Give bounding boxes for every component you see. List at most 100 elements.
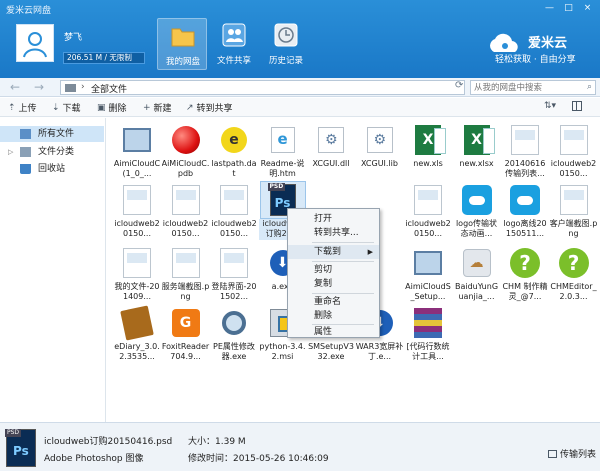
search-icon[interactable]: ⌕ xyxy=(587,82,592,92)
file-name: icloudweb20150... xyxy=(114,219,160,238)
file-name: SMSetupV332.exe xyxy=(308,342,354,361)
tab-file-share[interactable]: 文件共享 xyxy=(209,18,259,70)
menu-item-copy[interactable]: 复制 xyxy=(288,277,379,291)
file-item[interactable]: logo传输状态动画... xyxy=(453,182,501,246)
file-thumb xyxy=(115,182,159,218)
file-item[interactable]: 我的文件-201409... xyxy=(113,245,161,309)
refresh-icon[interactable]: ⟳ xyxy=(455,80,463,91)
file-thumb xyxy=(552,122,596,158)
avatar[interactable] xyxy=(16,24,54,62)
file-thumb: X xyxy=(455,122,499,158)
file-item[interactable]: AimiCloudC(1_0_... xyxy=(113,122,161,186)
file-item[interactable]: 20140616传输列表... xyxy=(501,122,549,186)
menu-item-delete[interactable]: 删除 xyxy=(288,309,379,323)
file-thumb xyxy=(406,305,450,341)
tab-my-drive[interactable]: 我的网盘 xyxy=(157,18,207,70)
file-item[interactable]: ☁ BaiduYunGuanjia_... xyxy=(453,245,501,309)
menu-item-properties[interactable]: 属性 xyxy=(288,325,379,339)
delete-button[interactable]: ▣ 删除 xyxy=(97,101,127,115)
file-item[interactable]: icloudweb20150... xyxy=(113,182,161,246)
share-button[interactable]: ↗ 转到共享 xyxy=(186,101,233,115)
file-name: AiMiCloudC.pdb xyxy=(161,159,210,178)
file-item[interactable]: AimiCloudS_Setup... xyxy=(404,245,452,309)
upload-button[interactable]: ⇡ 上传 xyxy=(8,101,37,115)
file-name: WAR3宽屏补丁.e... xyxy=(355,342,404,361)
thumb-icon xyxy=(123,185,151,215)
file-name: [代码行数统计工具... xyxy=(406,342,450,361)
thumb-icon xyxy=(220,248,248,278)
file-item[interactable]: G FoxitReader704.9... xyxy=(162,305,210,369)
sidebar: 所有文件 ▷ 文件分类 回收站 xyxy=(0,118,106,422)
menu-item-rename[interactable]: 重命名 xyxy=(288,295,379,309)
plus-icon: + xyxy=(143,102,151,113)
submenu-arrow-icon: ▶ xyxy=(367,248,373,256)
thumb-icon xyxy=(220,185,248,215)
transfer-list-button[interactable]: 传输列表 xyxy=(548,447,596,460)
file-item[interactable]: AiMiCloudC.pdb xyxy=(162,122,210,186)
file-item[interactable]: icloudweb20150... xyxy=(162,182,210,246)
sidebar-item-recycle-bin[interactable]: 回收站 xyxy=(0,161,104,177)
sidebar-item-all-files[interactable]: 所有文件 xyxy=(0,126,104,142)
file-item[interactable]: Xnew.xls xyxy=(404,122,452,186)
file-item[interactable]: 客户端截图.png xyxy=(550,182,598,246)
sort-icon[interactable]: ⇅▾ xyxy=(544,101,556,111)
menu-item-open[interactable]: 打开 xyxy=(288,212,379,226)
yellow-dat-icon: e xyxy=(221,127,247,153)
quota-indicator: 206.51 M / 无限制 xyxy=(63,52,145,64)
file-item[interactable]: logo离线20150511... xyxy=(501,182,549,246)
chevron-right-icon[interactable]: › xyxy=(81,82,85,92)
folder-icon xyxy=(65,84,76,92)
file-thumb xyxy=(164,182,208,218)
file-item[interactable]: XCGUI.lib xyxy=(356,122,404,186)
minimize-button[interactable]: — xyxy=(541,2,558,15)
thumb-icon xyxy=(511,125,539,155)
sidebar-item-label: 回收站 xyxy=(38,164,66,174)
tab-history[interactable]: 历史记录 xyxy=(261,18,311,70)
selected-file-modified: 修改时间：2015-05-26 10:46:09 xyxy=(188,454,329,464)
file-item[interactable]: Xnew.xlsx xyxy=(453,122,501,186)
menu-divider xyxy=(312,261,374,262)
menu-divider xyxy=(312,242,374,243)
file-thumb xyxy=(358,122,402,158)
search-box[interactable]: ⌕ xyxy=(470,80,596,95)
file-item[interactable]: PE属性修改器.exe xyxy=(210,305,258,369)
file-name: CHMEditor_2.0.3... xyxy=(550,282,597,301)
file-item[interactable]: 服务端截图.png xyxy=(162,245,210,309)
file-item[interactable]: icloudweb20150... xyxy=(404,182,452,246)
file-name: AimiCloudC(1_0_... xyxy=(113,159,161,178)
file-item[interactable]: icloudweb20150... xyxy=(210,182,258,246)
close-button[interactable]: × xyxy=(579,2,596,15)
new-button[interactable]: + 新建 xyxy=(143,101,172,115)
selected-file-name: icloudweb订购20150416.psd xyxy=(44,437,173,447)
menu-item-cut[interactable]: 剪切 xyxy=(288,263,379,277)
search-input[interactable] xyxy=(474,82,580,94)
file-name: new.xlsx xyxy=(459,159,494,168)
forward-arrow-icon[interactable]: → xyxy=(34,80,44,94)
sidebar-item-categories[interactable]: ▷ 文件分类 xyxy=(0,144,104,160)
sidebar-item-label: 文件分类 xyxy=(38,147,75,157)
file-thumb xyxy=(503,182,547,218)
download-button[interactable]: ⇣ 下载 xyxy=(52,101,81,115)
menu-item-download-to[interactable]: 下载到 ▶ xyxy=(288,245,379,259)
file-item[interactable]: ? CHM 制作精灵_@7... xyxy=(501,245,549,309)
back-arrow-icon[interactable]: ← xyxy=(10,80,20,94)
file-item[interactable]: XCGUI.dll xyxy=(307,122,355,186)
file-item[interactable]: ? CHMEditor_2.0.3... xyxy=(550,245,598,309)
file-item[interactable]: icloudweb20150... xyxy=(550,122,598,186)
file-item[interactable]: e lastpath.dat xyxy=(210,122,258,186)
menu-item-share[interactable]: 转到共享... xyxy=(288,226,379,240)
file-item[interactable]: 登陆界面-201502... xyxy=(210,245,258,309)
address-bar: ← → › 全部文件 ⟳ ⌕ xyxy=(0,78,600,97)
breadcrumb[interactable]: › 全部文件 xyxy=(60,80,465,95)
view-toggle-icon[interactable] xyxy=(572,101,582,111)
file-item[interactable]: eDiary_3.0.2.3535... xyxy=(113,305,161,369)
expand-arrow-icon[interactable]: ▷ xyxy=(8,144,13,160)
breadcrumb-path[interactable]: 全部文件 xyxy=(91,82,127,95)
file-item[interactable]: [代码行数统计工具... xyxy=(404,305,452,369)
maximize-button[interactable]: □ xyxy=(560,2,577,15)
file-item[interactable]: Readme-说明.htm xyxy=(259,122,307,186)
xls-icon: X xyxy=(415,125,446,155)
file-name: AimiCloudS_Setup... xyxy=(405,282,451,301)
tab-label: 历史记录 xyxy=(268,56,303,66)
file-name: icloudweb20150... xyxy=(162,219,209,238)
